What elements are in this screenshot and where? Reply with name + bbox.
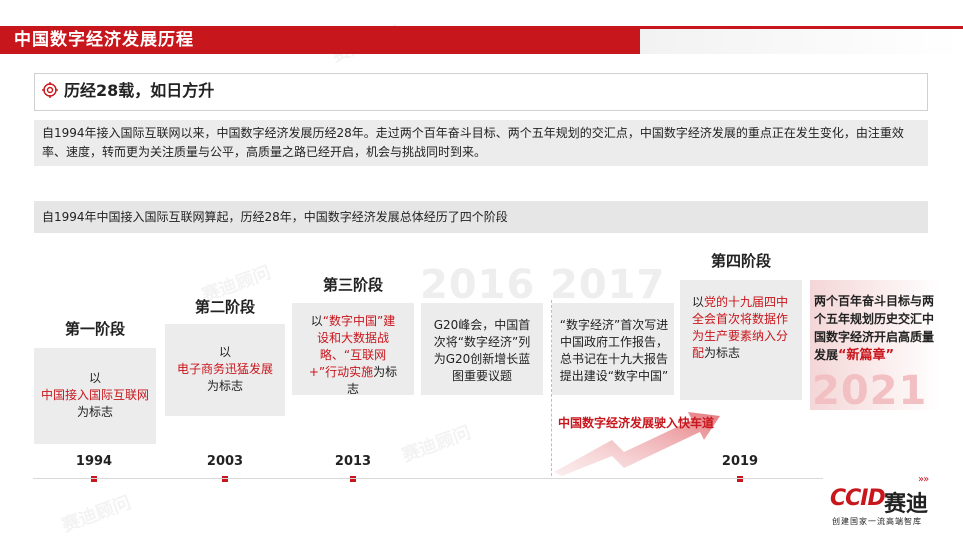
intro-text: 自1994年接入国际互联网以来，中国数字经济发展历经28年。走过两个百年奋斗目标… — [42, 126, 904, 159]
new-chapter-text-wrap: 两个百年奋斗目标与两个五年规划历史交汇中国数字经济开启高质量发展“新篇章” — [814, 292, 938, 365]
tick-1994 — [91, 476, 97, 482]
bg-year-2021: 2021 — [812, 368, 928, 414]
stage-4-post: 为标志 — [704, 346, 741, 360]
g20-box: G20峰会，中国首次将“数字经济”列为G20创新增长蓝图重要议题 — [421, 303, 543, 395]
logo-arrows: »» — [918, 474, 929, 485]
year-2013: 2013 — [334, 454, 372, 469]
stage-4-pre: 以 — [692, 295, 705, 309]
stage-1-highlight: 中国接入国际互联网 — [40, 388, 149, 402]
stage-2-highlight: 电子商务迅猛发展 — [176, 362, 273, 376]
year-1994: 1994 — [75, 454, 113, 469]
logo-ccid: CCID — [830, 486, 886, 511]
stage-2-post: 为标志 — [206, 379, 243, 393]
bg-year-2016: 2016 — [420, 262, 536, 308]
logo-cn: 赛迪 — [884, 492, 929, 517]
timeline-axis — [33, 478, 823, 479]
stage-1-box: 以 中国接入国际互联网 为标志 — [34, 348, 156, 444]
year-2019: 2019 — [721, 454, 759, 469]
fast-lane-label: 中国数字经济发展驶入快车道 — [558, 416, 715, 430]
stage-1-label: 第一阶段 — [64, 320, 125, 338]
g20-text: G20峰会，中国首次将“数字经济”列为G20创新增长蓝图重要议题 — [433, 318, 531, 383]
stage-summary: 自1994年中国接入国际互联网算起，历经28年，中国数字经济发展总体经历了四个阶… — [42, 210, 508, 224]
stage-4-box: 以党的十九届四中全会首次将数据作为生产要素纳入分配为标志 — [680, 280, 802, 400]
watermark: 赛迪顾问 — [59, 492, 134, 537]
stage-3-pre: 以 — [310, 314, 323, 328]
header-rule — [640, 26, 963, 29]
stage-3-label: 第三阶段 — [322, 276, 383, 294]
bg-year-2017: 2017 — [550, 262, 666, 308]
target-icon — [42, 82, 58, 98]
stage-2-pre: 以 — [218, 345, 231, 359]
stage-1-post: 为标志 — [76, 405, 113, 419]
tick-2003 — [222, 476, 228, 482]
year-2003: 2003 — [206, 454, 244, 469]
tick-2019 — [737, 476, 743, 482]
header-fade — [640, 26, 963, 54]
page-title: 中国数字经济发展历程 — [14, 30, 194, 50]
stage-4-label: 第四阶段 — [710, 252, 771, 270]
report-box: “数字经济”首次写进中国政府工作报告，总书记在十九大报告提出建设“数字中国” — [552, 303, 674, 395]
tick-2013 — [350, 476, 356, 482]
subtitle: 历经28载，如日方升 — [64, 81, 215, 100]
new-chapter-highlight: “新篇章” — [838, 348, 895, 363]
report-text: “数字经济”首次写进中国政府工作报告，总书记在十九大报告提出建设“数字中国” — [559, 318, 669, 383]
logo-tagline: 创建国家一流高端智库 — [832, 517, 922, 526]
stage-3-box: 以“数字中国”建设和大数据战略、“互联网+”行动实施为标志 — [292, 303, 414, 396]
watermark: 赛迪顾问 — [399, 422, 474, 467]
stage-2-label: 第二阶段 — [194, 298, 255, 316]
stage-2-box: 以 电子商务迅猛发展 为标志 — [165, 324, 285, 416]
stage-1-pre: 以 — [88, 371, 101, 385]
